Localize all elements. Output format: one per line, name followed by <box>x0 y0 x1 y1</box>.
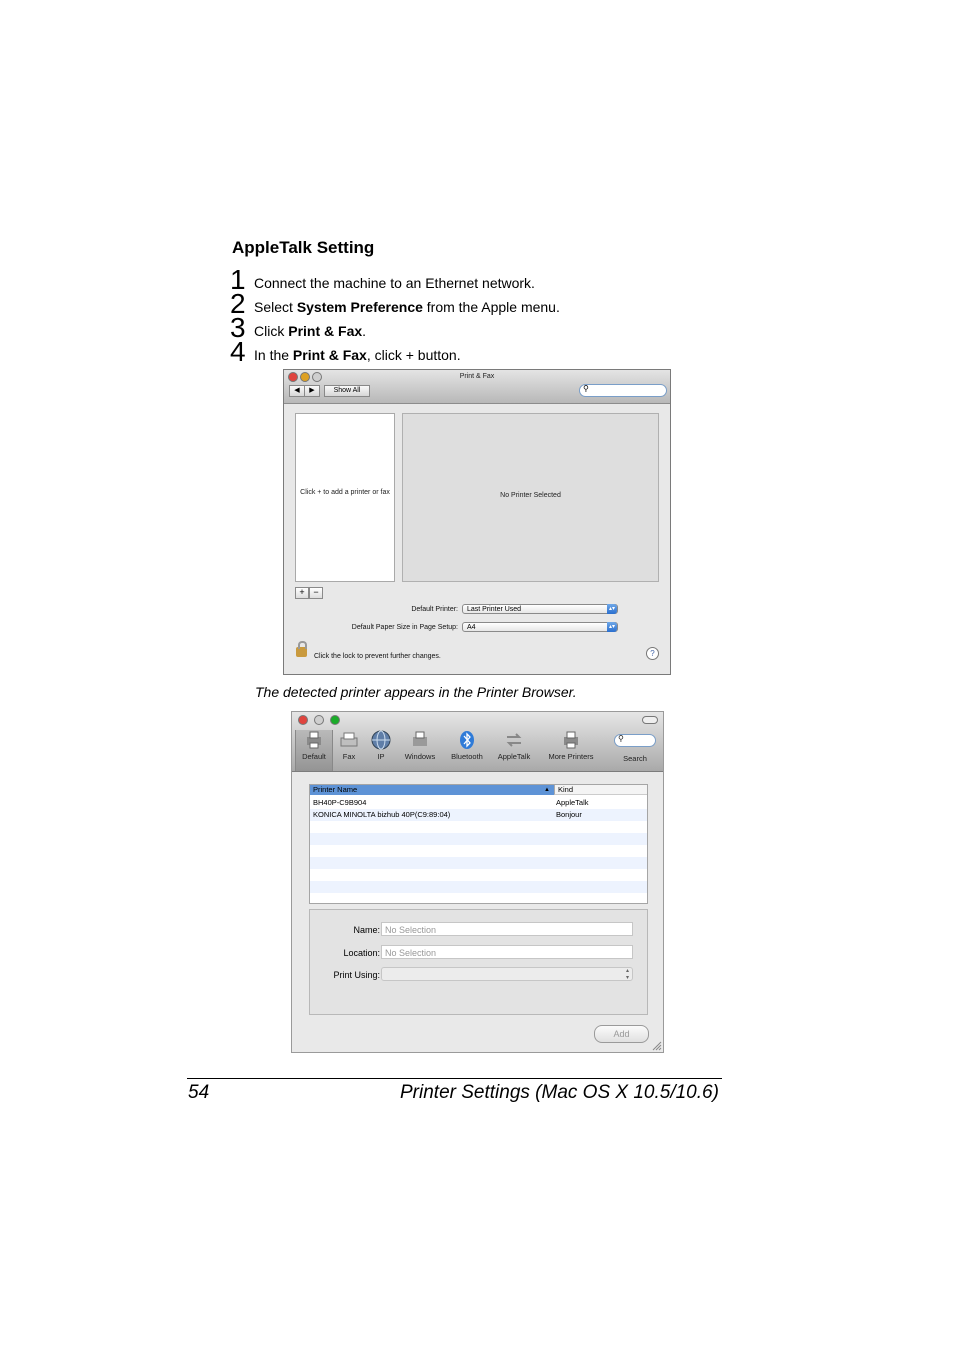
step-text: Click Print & Fax. <box>254 323 367 339</box>
printer-icon <box>304 730 324 750</box>
zoom-icon[interactable] <box>330 715 340 725</box>
fax-icon <box>339 730 359 750</box>
search-icon: ⚲ <box>618 734 624 743</box>
close-icon[interactable] <box>298 715 308 725</box>
default-printer-label: Default Printer: <box>411 606 458 613</box>
window-title: Print & Fax <box>459 373 495 380</box>
popup-arrows-icon: ▴▾ <box>607 604 617 614</box>
help-icon[interactable]: ? <box>646 647 659 660</box>
show-all-button[interactable]: Show All <box>324 385 370 397</box>
name-label: Name: <box>353 925 380 935</box>
printer-table[interactable]: Printer Name ▲ Kind BH40P-C9B904 AppleTalk… <box>309 784 648 904</box>
minimize-icon[interactable] <box>314 715 324 725</box>
table-row[interactable]: KONICA MINOLTA bizhub 40P(C9:89:04) Bonjo… <box>310 809 647 821</box>
table-row[interactable]: BH40P-C9B904 AppleTalk <box>310 797 647 809</box>
step-number: 4 <box>230 336 246 367</box>
bluetooth-icon <box>457 730 477 750</box>
toolbar-appletalk[interactable]: AppleTalk <box>492 730 536 761</box>
empty-row-stripe <box>310 833 647 845</box>
toolbar-bluetooth[interactable]: Bluetooth <box>446 730 488 761</box>
step-text: In the Print & Fax, click + button. <box>254 347 461 363</box>
step-text: Select System Preference from the Apple … <box>254 299 560 315</box>
step-text: Connect the machine to an Ethernet netwo… <box>254 275 535 291</box>
toolbar-toggle-icon[interactable] <box>642 716 658 724</box>
toolbar-default[interactable]: Default <box>295 730 333 771</box>
add-printer-button[interactable]: + <box>295 587 309 599</box>
printer-browser-window: Default Fax IP Windows Bluetooth AppleTa… <box>291 711 664 1053</box>
toolbar: Default Fax IP Windows Bluetooth AppleTa… <box>292 712 663 772</box>
printer-detail-pane: No Printer Selected <box>402 413 659 582</box>
empty-row-stripe <box>310 857 647 869</box>
toolbar-fax[interactable]: Fax <box>337 730 361 761</box>
empty-row-stripe <box>310 881 647 893</box>
location-label: Location: <box>343 948 380 958</box>
column-header-printer-name[interactable]: Printer Name ▲ <box>310 785 554 795</box>
printer-details-box: Name: No Selection Location: No Selectio… <box>309 909 648 1015</box>
lock-icon[interactable] <box>296 641 307 657</box>
figure-caption: The detected printer appears in the Prin… <box>255 684 577 700</box>
footer-rule <box>187 1078 722 1079</box>
toolbar-search[interactable]: ⚲ Search <box>612 730 658 763</box>
column-header-kind[interactable]: Kind <box>554 785 647 795</box>
sort-ascending-icon: ▲ <box>544 787 550 793</box>
footer-title: Printer Settings (Mac OS X 10.5/10.6) <box>400 1082 719 1103</box>
search-icon: ⚲ <box>583 384 589 393</box>
title-bar: Print & Fax ◀ ▶ Show All ⚲ <box>284 370 670 404</box>
print-using-label: Print Using: <box>333 970 380 980</box>
printer-list[interactable]: Click + to add a printer or fax <box>295 413 395 582</box>
search-field[interactable]: ⚲ <box>579 384 667 397</box>
location-field[interactable]: No Selection <box>381 945 633 959</box>
paper-size-select[interactable]: A4 ▴▾ <box>462 622 618 632</box>
paper-size-label: Default Paper Size in Page Setup: <box>351 624 458 631</box>
print-fax-window: Print & Fax ◀ ▶ Show All ⚲ Click + to ad… <box>283 369 671 675</box>
remove-printer-button[interactable]: − <box>309 587 323 599</box>
default-printer-select[interactable]: Last Printer Used ▴▾ <box>462 604 618 614</box>
print-using-select[interactable]: ▴ ▾ <box>381 967 633 981</box>
no-printer-message: No Printer Selected <box>500 492 561 499</box>
section-heading: AppleTalk Setting <box>232 238 375 257</box>
windows-printer-icon <box>410 730 430 750</box>
popup-arrows-icon: ▴▾ <box>607 622 617 632</box>
appletalk-icon <box>504 730 524 750</box>
lock-text: Click the lock to prevent further change… <box>314 653 441 660</box>
toolbar-more-printers[interactable]: More Printers <box>542 730 600 761</box>
popup-arrows-icon: ▴▾ <box>625 968 629 981</box>
globe-icon <box>371 730 391 750</box>
name-field[interactable]: No Selection <box>381 922 633 936</box>
toolbar-windows[interactable]: Windows <box>400 730 440 761</box>
search-field[interactable]: ⚲ <box>614 734 656 747</box>
resize-grip-icon[interactable] <box>652 1041 662 1051</box>
back-button[interactable]: ◀ <box>289 385 305 397</box>
printer-icon <box>561 730 581 750</box>
page-number: 54 <box>188 1082 210 1103</box>
add-button[interactable]: Add <box>594 1025 649 1043</box>
forward-button[interactable]: ▶ <box>304 385 320 397</box>
toolbar-ip[interactable]: IP <box>370 730 392 761</box>
add-printer-hint: Click + to add a printer or fax <box>300 489 390 496</box>
